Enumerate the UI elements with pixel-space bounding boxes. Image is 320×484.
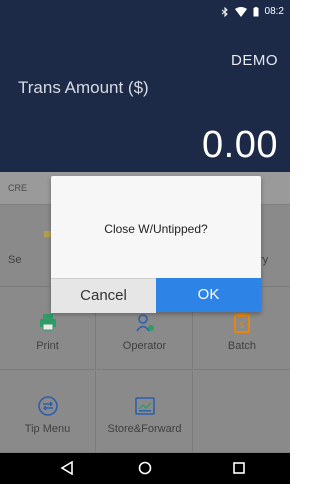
back-icon[interactable] bbox=[60, 460, 74, 480]
bluetooth-icon bbox=[221, 6, 228, 17]
operator-label: Operator bbox=[122, 340, 167, 352]
batch-label: Batch bbox=[227, 340, 257, 352]
store-forward-label: Store&Forward bbox=[107, 423, 182, 435]
confirm-dialog: Close W/Untipped? Cancel OK bbox=[51, 176, 261, 313]
grid-cell-r1c1-label: Se bbox=[8, 254, 22, 266]
store-forward-icon bbox=[134, 395, 156, 420]
cred-text: CRE bbox=[8, 183, 28, 193]
mode-label: DEMO bbox=[231, 52, 278, 69]
amount-header: DEMO Trans Amount ($) 0.00 bbox=[0, 24, 290, 172]
recents-icon[interactable] bbox=[232, 461, 246, 480]
store-forward-button[interactable]: Store&Forward bbox=[97, 371, 193, 453]
grid-cell-empty bbox=[194, 371, 290, 453]
tip-menu-label: Tip Menu bbox=[24, 423, 71, 435]
tip-menu-icon bbox=[37, 395, 59, 420]
status-time: 08:2 bbox=[264, 6, 284, 17]
wifi-icon bbox=[234, 6, 247, 17]
amount-value: 0.00 bbox=[202, 124, 278, 166]
batch-icon: $ bbox=[232, 312, 252, 337]
battery-icon bbox=[253, 6, 259, 16]
printer-icon bbox=[38, 312, 58, 335]
home-icon[interactable] bbox=[138, 461, 152, 480]
tip-menu-button[interactable]: Tip Menu bbox=[0, 371, 96, 453]
ok-button[interactable]: OK bbox=[156, 278, 261, 312]
amount-label: Trans Amount ($) bbox=[18, 78, 149, 97]
cancel-button[interactable]: Cancel bbox=[51, 278, 156, 313]
nav-bar bbox=[0, 453, 290, 484]
print-label: Print bbox=[36, 340, 59, 352]
status-icons: 08:2 bbox=[221, 6, 284, 17]
svg-text:$: $ bbox=[239, 321, 245, 331]
operator-icon bbox=[134, 312, 156, 337]
dialog-message: Close W/Untipped? bbox=[104, 222, 208, 236]
status-bar: 08:2 bbox=[0, 0, 290, 24]
